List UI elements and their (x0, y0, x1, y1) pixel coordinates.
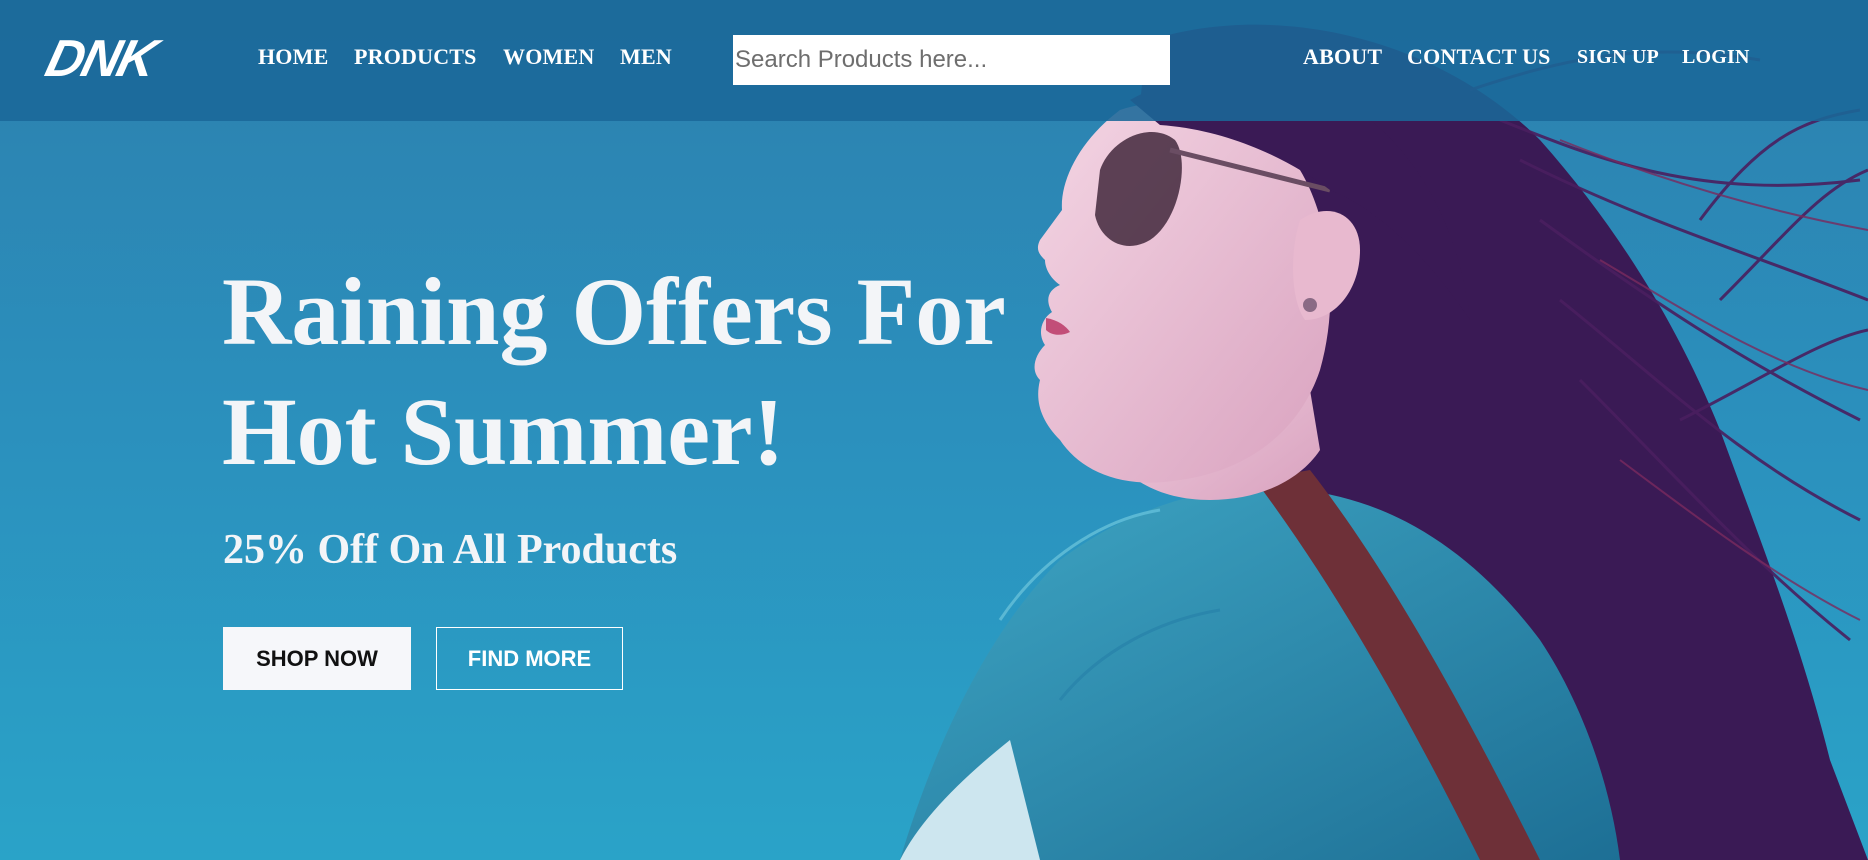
nav-login[interactable]: LOGIN (1682, 46, 1750, 69)
hero-subtitle: 25% Off On All Products (223, 527, 678, 573)
shop-now-button[interactable]: SHOP NOW (223, 627, 411, 690)
find-more-button[interactable]: FIND MORE (436, 627, 623, 690)
svg-text:DNK: DNK (40, 30, 167, 88)
nav-about[interactable]: ABOUT (1303, 44, 1382, 70)
nav-sign-up[interactable]: SIGN UP (1577, 46, 1659, 69)
nav-men[interactable]: MEN (620, 44, 672, 70)
brand-logo[interactable]: DNK (36, 24, 172, 94)
hero-title: Raining Offers For Hot Summer! (222, 252, 1102, 492)
nav-products[interactable]: PRODUCTS (354, 44, 477, 70)
nav-home[interactable]: HOME (258, 44, 328, 70)
hero-title-line1: Raining Offers For (222, 258, 1006, 365)
hero-title-line2: Hot Summer! (222, 378, 785, 485)
search-input[interactable] (733, 35, 1170, 85)
nav-women[interactable]: WOMEN (503, 44, 594, 70)
site-header: DNK HOME PRODUCTS WOMEN MEN ABOUT CONTAC… (0, 0, 1868, 121)
nav-contact-us[interactable]: CONTACT US (1407, 44, 1551, 70)
